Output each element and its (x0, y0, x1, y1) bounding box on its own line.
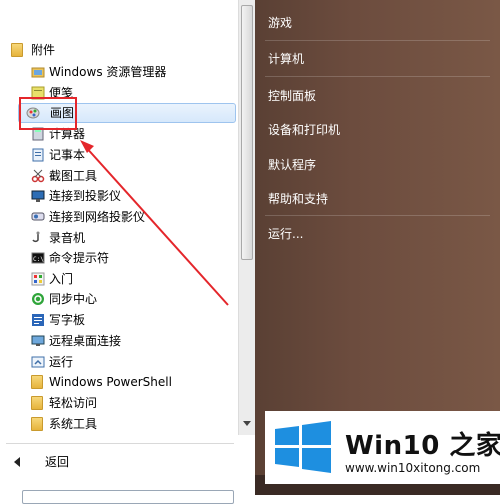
search-input[interactable] (22, 490, 234, 504)
menu-item-help-support[interactable]: 帮助和支持 (268, 191, 328, 207)
command-prompt-icon: C:\ (31, 251, 45, 265)
network-projector-icon (31, 210, 45, 224)
run-icon (31, 355, 45, 369)
folder-icon (31, 417, 43, 431)
menu-item-control-panel[interactable]: 控制面板 (268, 88, 316, 104)
list-item-projector[interactable]: 连接到投影仪 (0, 186, 236, 206)
menu-item-default-programs[interactable]: 默认程序 (268, 157, 316, 173)
back-arrow-icon (14, 457, 20, 467)
folder-icon (31, 375, 43, 389)
folder-icon (31, 396, 43, 410)
list-item-getting-started[interactable]: 入门 (0, 269, 236, 289)
list-item-network-projector[interactable]: 连接到网络投影仪 (0, 207, 236, 227)
scroll-down-arrow-icon[interactable] (243, 421, 251, 426)
list-item-sync-center[interactable]: 同步中心 (0, 289, 236, 309)
list-item-command-prompt[interactable]: C:\ 命令提示符 (0, 248, 236, 268)
folder-icon (11, 43, 23, 57)
list-item-wordpad[interactable]: 写字板 (0, 310, 236, 330)
wordpad-icon (31, 313, 45, 327)
list-item-snipping-tool[interactable]: 截图工具 (0, 166, 236, 186)
scrollbar-thumb[interactable] (241, 5, 253, 260)
list-item-sound-recorder[interactable]: 录音机 (0, 228, 236, 248)
watermark-url: www.win10xitong.com (345, 461, 481, 475)
snipping-tool-icon (31, 169, 45, 183)
folder-powershell[interactable]: Windows PowerShell (0, 372, 236, 392)
programs-list: 附件 Windows 资源管理器 便笺 画图 计算器 记事本 截图工具 连接到投… (0, 0, 238, 504)
back-button[interactable]: 返回 (0, 450, 236, 474)
sync-center-icon (31, 292, 45, 306)
list-item-notepad[interactable]: 记事本 (0, 145, 236, 165)
folder-ease-of-access[interactable]: 轻松访问 (0, 393, 236, 413)
divider (6, 443, 234, 444)
scrollbar[interactable] (238, 0, 256, 435)
watermark-title: Win10 之家 (345, 431, 500, 461)
explorer-icon (31, 65, 45, 79)
projector-icon (31, 189, 45, 203)
divider (265, 215, 490, 216)
menu-item-computer[interactable]: 计算机 (268, 51, 304, 67)
list-item-explorer[interactable]: Windows 资源管理器 (0, 62, 236, 82)
highlight-box (19, 97, 77, 130)
notepad-icon (31, 148, 45, 162)
menu-item-run[interactable]: 运行... (268, 226, 303, 242)
svg-text:C:\: C:\ (33, 256, 44, 263)
menu-item-games[interactable]: 游戏 (268, 15, 292, 31)
divider (265, 40, 490, 41)
list-item-run[interactable]: 运行 (0, 352, 236, 372)
windows-logo-icon (275, 421, 331, 473)
list-item-remote-desktop[interactable]: 远程桌面连接 (0, 331, 236, 351)
remote-desktop-icon (31, 334, 45, 348)
divider (265, 76, 490, 77)
getting-started-icon (31, 272, 45, 286)
watermark: Win10 之家 www.win10xitong.com (265, 411, 500, 484)
menu-item-devices-printers[interactable]: 设备和打印机 (268, 122, 340, 138)
folder-system-tools[interactable]: 系统工具 (0, 414, 236, 434)
folder-accessories[interactable]: 附件 (0, 40, 236, 60)
sound-recorder-icon (31, 231, 45, 245)
